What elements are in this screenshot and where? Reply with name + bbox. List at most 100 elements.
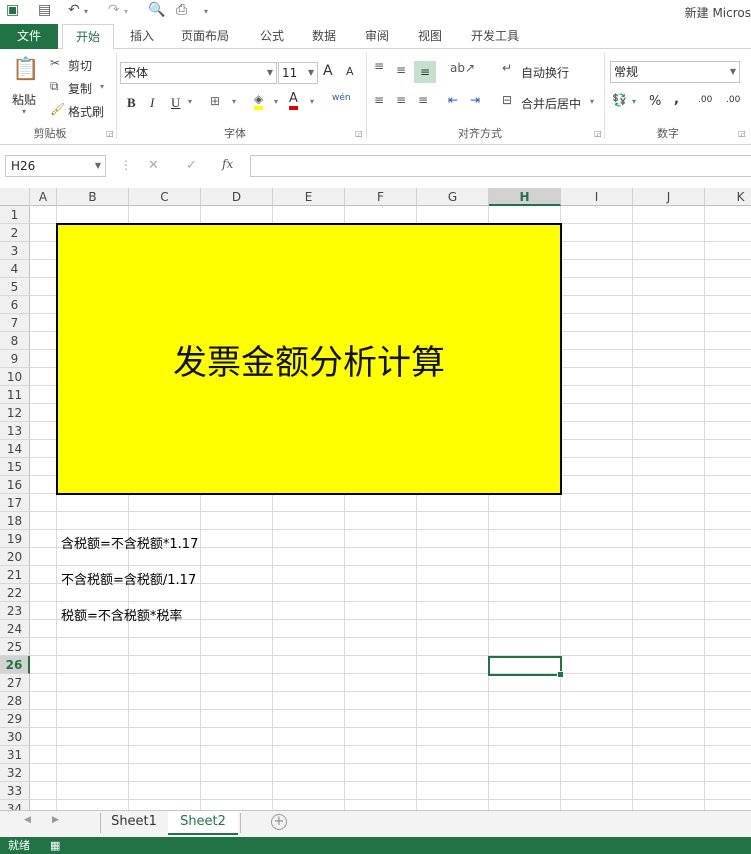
row-header-13[interactable]: 13 [0, 422, 30, 440]
name-box[interactable]: H26 ▼ [5, 155, 106, 177]
row-header-7[interactable]: 7 [0, 314, 30, 332]
align-top-icon[interactable]: ≡ [374, 59, 384, 73]
paste-dropdown-icon[interactable]: ▾ [22, 107, 26, 116]
column-header-a[interactable]: A [30, 188, 57, 206]
row-header-1[interactable]: 1 [0, 206, 30, 224]
printer-icon[interactable]: ⎙ [176, 2, 187, 18]
tab-page-layout[interactable]: 页面布局 [172, 24, 238, 49]
underline-button[interactable]: U [171, 95, 180, 111]
currency-icon[interactable]: 💱 [612, 93, 627, 107]
tab-formulas[interactable]: 公式 [250, 24, 294, 49]
row-header-11[interactable]: 11 [0, 386, 30, 404]
clipboard-launcher-icon[interactable]: ◲ [106, 129, 114, 138]
row-header-32[interactable]: 32 [0, 764, 30, 782]
active-cell-h26[interactable] [488, 656, 564, 678]
number-launcher-icon[interactable]: ◲ [738, 129, 746, 138]
row-header-3[interactable]: 3 [0, 242, 30, 260]
column-header-h[interactable]: H [489, 188, 561, 206]
font-name-select[interactable]: 宋体 ▼ [120, 62, 277, 84]
phonetic-button[interactable]: wén [332, 93, 351, 103]
tab-home[interactable]: 开始 [62, 24, 114, 50]
decrease-decimal-button[interactable]: .00 [726, 95, 740, 105]
tab-data[interactable]: 数据 [302, 24, 346, 49]
row-header-23[interactable]: 23 [0, 602, 30, 620]
increase-indent-icon[interactable]: ⇥ [470, 93, 480, 107]
row-header-20[interactable]: 20 [0, 548, 30, 566]
align-left-icon[interactable]: ≡ [374, 93, 384, 107]
customize-icon[interactable]: ▾ [204, 7, 208, 16]
row-header-2[interactable]: 2 [0, 224, 30, 242]
row-header-12[interactable]: 12 [0, 404, 30, 422]
row-header-25[interactable]: 25 [0, 638, 30, 656]
currency-dropdown-icon[interactable]: ▾ [632, 97, 636, 106]
formula-input[interactable] [250, 155, 751, 177]
scroll-right-icon[interactable]: ▶ [52, 815, 59, 825]
tab-view[interactable]: 视图 [408, 24, 452, 49]
font-size-select[interactable]: 11 ▼ [278, 62, 318, 84]
row-header-15[interactable]: 15 [0, 458, 30, 476]
cell-b21[interactable]: 不含税额=含税额/1.17 [61, 569, 196, 588]
align-middle-icon[interactable]: ≡ [396, 63, 406, 77]
row-header-9[interactable]: 9 [0, 350, 30, 368]
column-header-k[interactable]: K [705, 188, 751, 206]
bold-button[interactable]: B [127, 95, 136, 111]
tab-review[interactable]: 审阅 [355, 24, 399, 49]
tab-developer[interactable]: 开发工具 [462, 24, 528, 49]
percent-button[interactable]: % [649, 94, 661, 109]
undo-dropdown-icon[interactable]: ▾ [84, 7, 88, 16]
row-header-28[interactable]: 28 [0, 692, 30, 710]
border-icon[interactable]: ⊞ [210, 94, 220, 108]
align-center-icon[interactable]: ≡ [396, 93, 406, 107]
confirm-icon[interactable]: ✓ [186, 158, 197, 173]
column-header-e[interactable]: E [273, 188, 345, 206]
alignment-launcher-icon[interactable]: ◲ [594, 129, 602, 138]
column-header-g[interactable]: G [417, 188, 489, 206]
font-color-icon[interactable]: A [289, 92, 298, 110]
column-header-i[interactable]: I [561, 188, 633, 206]
decrease-indent-icon[interactable]: ⇤ [448, 93, 458, 107]
format-painter-button[interactable]: 格式刷 [68, 103, 104, 120]
merge-center-button[interactable]: 合并后居中 [521, 95, 581, 112]
underline-dropdown-icon[interactable]: ▾ [188, 97, 192, 106]
orientation-icon[interactable]: ab↗ [450, 61, 475, 75]
row-header-5[interactable]: 5 [0, 278, 30, 296]
cancel-icon[interactable]: ✕ [148, 158, 159, 173]
row-header-26[interactable]: 26 [0, 656, 30, 674]
row-header-8[interactable]: 8 [0, 332, 30, 350]
undo-icon[interactable]: ↶ [68, 2, 80, 18]
align-bottom-icon[interactable]: ≡ [414, 61, 436, 83]
number-format-select[interactable]: 常规 ▼ [610, 61, 740, 83]
copy-dropdown-icon[interactable]: ▾ [100, 82, 104, 91]
save-icon[interactable]: ▤ [38, 2, 51, 18]
tab-insert[interactable]: 插入 [120, 24, 164, 49]
row-header-31[interactable]: 31 [0, 746, 30, 764]
row-header-6[interactable]: 6 [0, 296, 30, 314]
italic-button[interactable]: I [150, 95, 154, 111]
wrap-text-button[interactable]: 自动换行 [521, 64, 569, 81]
redo-icon[interactable]: ↷ [108, 2, 120, 18]
tab-file[interactable]: 文件 [0, 24, 58, 49]
add-sheet-icon[interactable]: + [271, 814, 287, 830]
row-header-4[interactable]: 4 [0, 260, 30, 278]
align-right-icon[interactable]: ≡ [418, 93, 428, 107]
row-header-17[interactable]: 17 [0, 494, 30, 512]
row-header-14[interactable]: 14 [0, 440, 30, 458]
row-header-30[interactable]: 30 [0, 728, 30, 746]
scroll-left-icon[interactable]: ◀ [24, 815, 31, 825]
row-header-18[interactable]: 18 [0, 512, 30, 530]
row-header-24[interactable]: 24 [0, 620, 30, 638]
grow-font-button[interactable]: A [323, 63, 333, 79]
row-header-29[interactable]: 29 [0, 710, 30, 728]
font-color-dropdown-icon[interactable]: ▾ [310, 97, 314, 106]
column-header-c[interactable]: C [129, 188, 201, 206]
sheet-tab-sheet2[interactable]: Sheet2 [168, 811, 238, 835]
print-preview-icon[interactable]: 🔍 [148, 2, 165, 18]
row-header-16[interactable]: 16 [0, 476, 30, 494]
row-header-10[interactable]: 10 [0, 368, 30, 386]
comma-button[interactable]: , [674, 92, 679, 107]
column-header-d[interactable]: D [201, 188, 273, 206]
row-header-21[interactable]: 21 [0, 566, 30, 584]
select-all-corner[interactable] [0, 188, 30, 206]
row-header-19[interactable]: 19 [0, 530, 30, 548]
insert-function-icon[interactable]: fx [222, 157, 233, 171]
